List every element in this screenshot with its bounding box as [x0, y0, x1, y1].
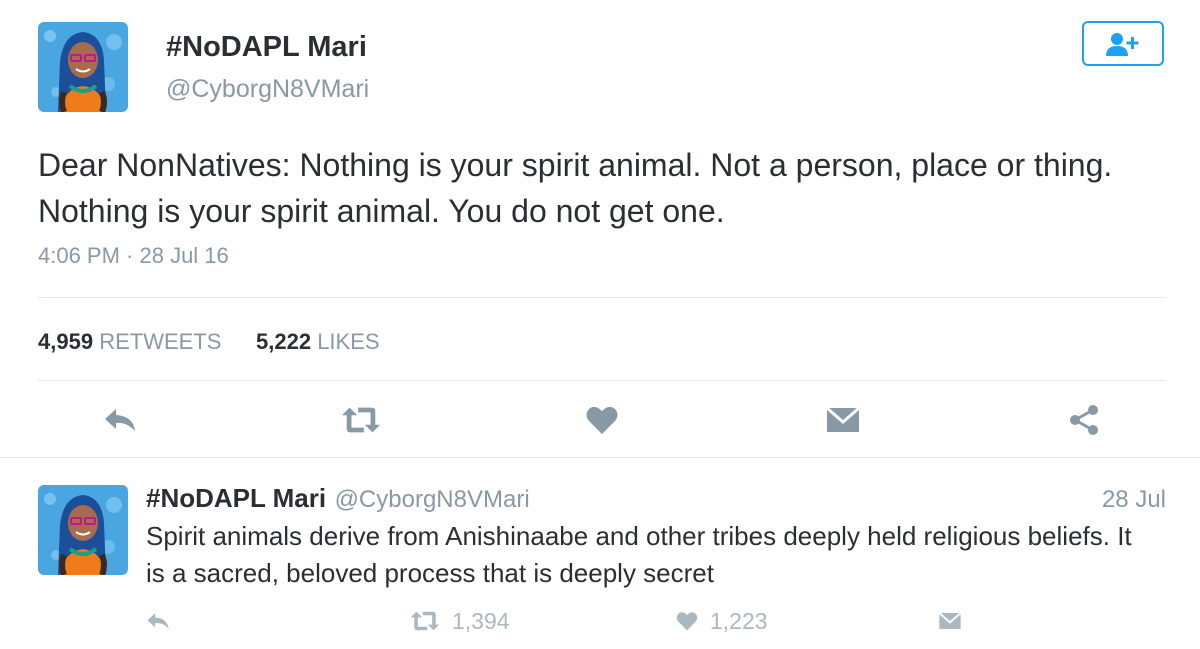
- retweets-count: 4,959: [38, 329, 94, 354]
- envelope-icon: [826, 406, 860, 432]
- envelope-icon: [938, 612, 962, 629]
- likes-count: 5,222: [256, 329, 312, 354]
- divider: [38, 297, 1166, 298]
- direct-message-button[interactable]: [823, 400, 863, 440]
- share-button[interactable]: [1064, 400, 1104, 440]
- reply-tweet-text: Spirit animals derive from Anishinaabe a…: [146, 521, 1132, 588]
- reply-dm-button[interactable]: [938, 606, 962, 636]
- retweet-icon: [410, 611, 440, 631]
- avatar-illustration: [38, 485, 128, 575]
- reply-retweets-count: 1,394: [452, 607, 510, 634]
- reply-likes-count: 1,223: [710, 607, 768, 634]
- retweets-label: RETWEETS: [99, 329, 222, 354]
- reply-date[interactable]: 28 Jul: [1102, 486, 1166, 514]
- reply-like-button[interactable]: 1,223: [676, 606, 768, 636]
- reply-button[interactable]: [100, 400, 140, 440]
- reply-avatar[interactable]: [38, 485, 128, 575]
- retweet-button[interactable]: [341, 400, 381, 440]
- section-divider: [0, 457, 1200, 458]
- reply-arrow-icon: [105, 409, 135, 431]
- main-avatar[interactable]: [38, 22, 128, 112]
- divider: [38, 380, 1166, 381]
- like-button[interactable]: [582, 400, 622, 440]
- likes-label: LIKES: [317, 329, 380, 354]
- main-tweet-timestamp[interactable]: 4:06 PM · 28 Jul 16: [38, 243, 229, 269]
- main-display-name[interactable]: #NoDAPL Mari: [166, 31, 367, 64]
- reply-arrow-icon: [147, 613, 169, 629]
- retweet-icon: [341, 407, 381, 433]
- follow-person-plus-icon: [1106, 32, 1139, 56]
- reply-handle[interactable]: @CyborgN8VMari: [335, 486, 530, 513]
- main-handle[interactable]: @CyborgN8VMari: [166, 75, 369, 104]
- reply-display-name[interactable]: #NoDAPL Mari: [146, 483, 326, 513]
- tweet-detail-page: #NoDAPL Mari @CyborgN8VMari Dear NonNati…: [0, 0, 1200, 649]
- main-tweet-text: Dear NonNatives: Nothing is your spirit …: [38, 147, 1113, 229]
- reply-reply-button[interactable]: [146, 606, 170, 636]
- heart-icon: [586, 406, 618, 434]
- share-icon: [1070, 405, 1098, 435]
- heart-icon: [676, 612, 698, 631]
- retweets-stat[interactable]: 4,959 RETWEETS: [38, 329, 221, 355]
- avatar-illustration: [38, 22, 128, 112]
- follow-button[interactable]: [1082, 21, 1164, 66]
- likes-stat[interactable]: 5,222 LIKES: [256, 329, 380, 355]
- reply-header: #NoDAPL Mari @CyborgN8VMari: [146, 483, 530, 514]
- reply-retweet-button[interactable]: 1,394: [410, 606, 510, 636]
